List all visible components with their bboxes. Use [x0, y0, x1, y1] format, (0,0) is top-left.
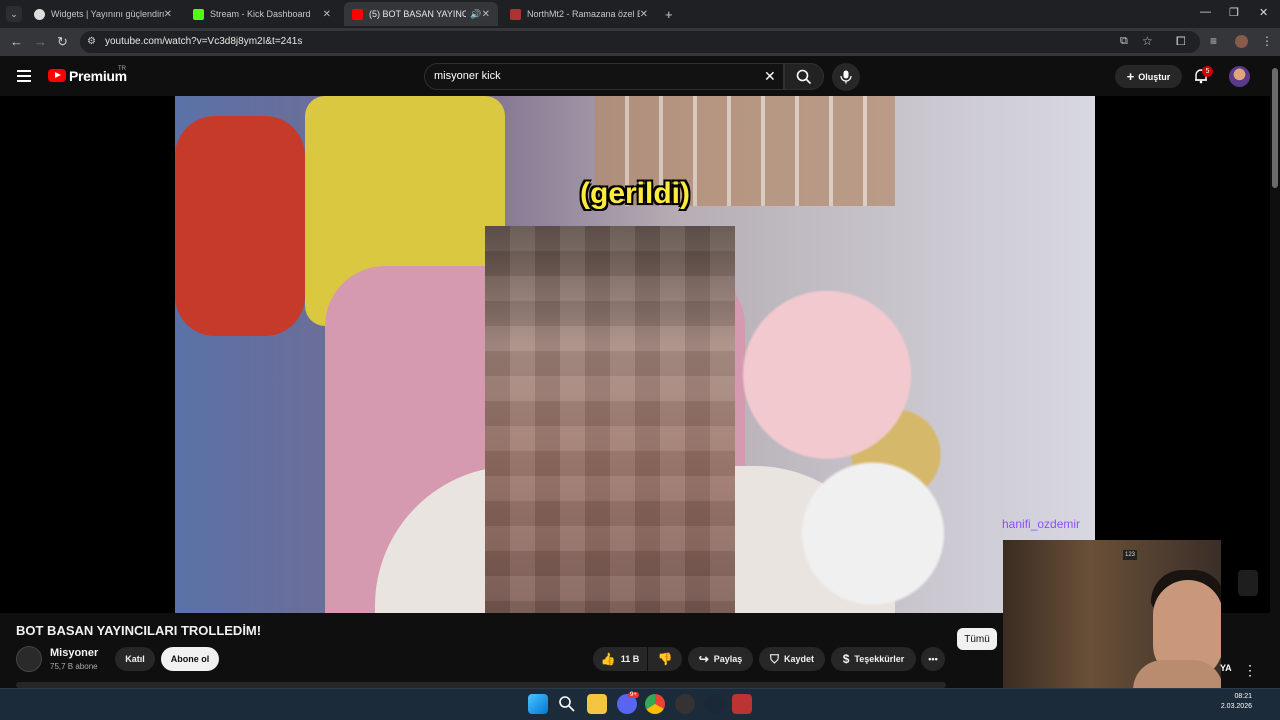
- restore-button[interactable]: ❐: [1229, 6, 1239, 19]
- microphone-icon: [840, 70, 852, 84]
- bookmark-star-icon[interactable]: ☆: [1142, 34, 1153, 48]
- minimize-button[interactable]: —: [1200, 6, 1211, 18]
- pixelated-face: [485, 226, 735, 613]
- plush-toys: [735, 216, 965, 613]
- chip-all[interactable]: Tümü: [957, 628, 997, 650]
- url-text[interactable]: youtube.com/watch?v=Vc3d8j8ym2I&t=241s: [105, 36, 302, 47]
- search-value[interactable]: misyoner kick: [434, 70, 501, 82]
- join-button[interactable]: Katıl: [115, 647, 155, 671]
- subscriber-count: 75,7 B abone: [50, 662, 98, 671]
- notification-count-badge: 5: [1202, 66, 1213, 77]
- side-thumbnail[interactable]: [1238, 570, 1258, 596]
- close-tab-icon[interactable]: ✕: [640, 9, 648, 20]
- widgets-favicon-icon: [34, 8, 45, 20]
- dislike-button[interactable]: 👎: [648, 647, 682, 671]
- video-title: BOT BASAN YAYINCILARI TROLLEDİM!: [16, 623, 262, 638]
- like-button[interactable]: 👍 11 B: [593, 647, 647, 671]
- tab-kick-dashboard[interactable]: Stream - Kick Dashboard ✕: [185, 2, 339, 26]
- file-explorer-icon[interactable]: [587, 694, 607, 714]
- save-button[interactable]: ⛉ Kaydet: [759, 647, 825, 671]
- save-bookmark-icon: ⛉: [769, 651, 779, 666]
- tab-northmt2[interactable]: NorthMt2 - Ramazana özel Etk ✕: [502, 2, 656, 26]
- tab-widgets[interactable]: Widgets | Yayınını güçlendirmek ✕: [26, 2, 180, 26]
- media-control-icon[interactable]: ≡: [1210, 34, 1217, 48]
- page-scrollbar[interactable]: [1270, 56, 1280, 688]
- northmt2-favicon-icon: [510, 8, 521, 20]
- video-frame[interactable]: (geril​di): [175, 96, 1095, 613]
- subscribe-button[interactable]: Abone ol: [161, 647, 219, 671]
- tab-search-button[interactable]: ⌄: [6, 6, 22, 22]
- search-button[interactable]: [784, 63, 824, 90]
- youtube-favicon-icon: [352, 8, 363, 20]
- discord-badge: 9+: [628, 692, 639, 698]
- create-button[interactable]: + Oluştur: [1115, 65, 1182, 88]
- system-clock[interactable]: 08:21 2.03.2026: [1216, 692, 1252, 712]
- share-button[interactable]: ↪ Paylaş: [688, 647, 753, 671]
- webcam-sticker: 123: [1123, 550, 1138, 560]
- taskbar-search-icon[interactable]: [557, 694, 577, 714]
- more-options-icon[interactable]: ⋮: [1243, 662, 1257, 679]
- kick-favicon-icon: [193, 8, 204, 20]
- profile-avatar[interactable]: [1235, 35, 1248, 48]
- share-icon: ↪: [698, 652, 709, 666]
- webcam-overlay: 123: [1003, 540, 1221, 705]
- new-tab-button[interactable]: +: [665, 7, 673, 22]
- browser-menu-icon[interactable]: ⋮: [1261, 34, 1273, 48]
- forward-icon[interactable]: →: [34, 34, 47, 49]
- reload-icon[interactable]: ↻: [57, 34, 68, 50]
- game-launcher-icon[interactable]: [732, 694, 752, 714]
- chat-username-overlay: hanifi_ozdemir: [1002, 517, 1081, 531]
- region-code: TR: [118, 66, 126, 72]
- site-info-icon[interactable]: ⚙: [87, 36, 96, 47]
- video-caption: (geril​di): [580, 177, 690, 210]
- channel-name[interactable]: Misyoner: [50, 647, 98, 659]
- audio-playing-icon[interactable]: 🔊: [470, 9, 481, 20]
- extensions-icon[interactable]: ⧠: [1176, 34, 1186, 49]
- partial-label: YA: [1220, 663, 1232, 673]
- mr-krabs-poster: [175, 116, 305, 336]
- windows-taskbar: [0, 688, 1280, 720]
- thumbs-down-icon: 👎: [657, 652, 673, 666]
- hamburger-menu-icon[interactable]: [17, 70, 31, 85]
- clear-search-icon[interactable]: ✕: [764, 68, 776, 85]
- close-tab-icon[interactable]: ✕: [164, 9, 172, 20]
- thanks-button[interactable]: $ Teşekkürler: [831, 647, 916, 671]
- more-dots-icon: •••: [928, 654, 938, 664]
- back-icon[interactable]: ←: [10, 34, 23, 49]
- install-app-icon[interactable]: ⧉: [1120, 35, 1128, 48]
- channel-avatar[interactable]: [16, 646, 42, 672]
- scrollbar-thumb[interactable]: [1272, 68, 1278, 188]
- plus-icon: +: [1126, 69, 1135, 84]
- close-window-button[interactable]: ✕: [1259, 6, 1268, 19]
- chrome-icon[interactable]: [645, 694, 665, 714]
- youtube-logo-icon[interactable]: [48, 69, 66, 82]
- voice-search-button[interactable]: [832, 63, 860, 91]
- steam-icon[interactable]: [704, 694, 724, 714]
- close-tab-icon[interactable]: ✕: [482, 9, 490, 20]
- tab-youtube-video[interactable]: (5) BOT BASAN YAYINCILAR 🔊 ✕: [344, 2, 498, 26]
- account-avatar[interactable]: [1229, 66, 1250, 87]
- thumbs-up-icon: 👍: [600, 652, 616, 666]
- search-icon: [796, 69, 812, 85]
- close-tab-icon[interactable]: ✕: [323, 9, 331, 20]
- windows-start-icon[interactable]: [528, 694, 548, 714]
- thanks-icon: $: [842, 652, 850, 666]
- more-actions-button[interactable]: •••: [921, 647, 945, 671]
- obs-icon[interactable]: [675, 694, 695, 714]
